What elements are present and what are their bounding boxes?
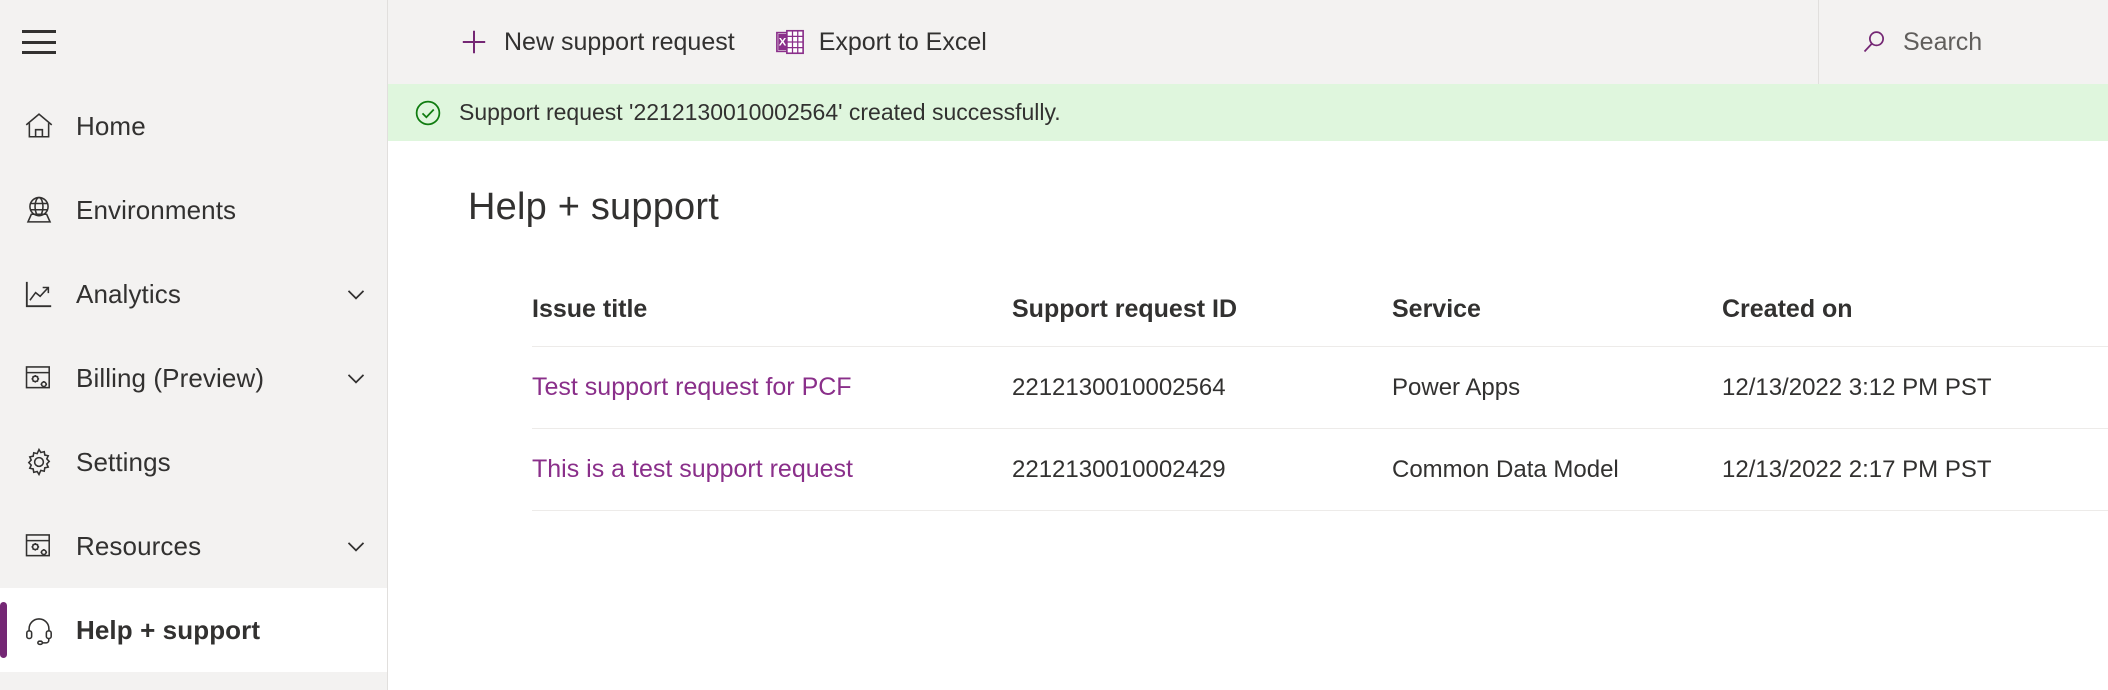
cell-service: Common Data Model: [1392, 428, 1722, 511]
sidebar-item-analytics[interactable]: Analytics: [0, 252, 387, 336]
table-row[interactable]: Test support request for PCF 22121300100…: [532, 346, 2108, 429]
command-bar: New support request X Export to Excel Se…: [388, 0, 2108, 84]
sidebar-item-home[interactable]: Home: [0, 84, 387, 168]
chevron-down-icon[interactable]: [341, 363, 371, 393]
column-header-service[interactable]: Service: [1392, 295, 1722, 347]
globe-icon: [22, 193, 66, 227]
cell-issue-title: Test support request for PCF: [532, 346, 1012, 429]
search-placeholder: Search: [1903, 27, 1983, 56]
support-request-link[interactable]: This is a test support request: [532, 455, 853, 483]
cell-support-request-id: 2212130010002564: [1012, 346, 1392, 429]
sidebar-item-resources[interactable]: Resources: [0, 504, 387, 588]
headset-icon: [22, 613, 66, 647]
page-body: Help + support Issue title Support reque…: [388, 141, 2108, 690]
support-requests-table: Issue title Support request ID Service C…: [532, 295, 2108, 511]
success-banner: Support request '2212130010002564' creat…: [388, 84, 2108, 141]
plus-icon: [458, 26, 490, 58]
sidebar-item-label: Help + support: [76, 614, 261, 645]
table-header: Issue title Support request ID Service C…: [532, 295, 2108, 347]
sidebar-item-label: Analytics: [76, 278, 181, 309]
sidebar-item-label: Home: [76, 110, 146, 141]
column-header-support-request-id[interactable]: Support request ID: [1012, 295, 1392, 347]
cell-support-request-id: 2212130010002429: [1012, 428, 1392, 511]
chevron-down-icon[interactable]: [341, 279, 371, 309]
table-body: Test support request for PCF 22121300100…: [532, 346, 2108, 511]
line-chart-icon: [22, 277, 66, 311]
excel-icon: X: [775, 27, 805, 57]
svg-text:X: X: [778, 36, 786, 48]
cell-created-on: 12/13/2022 3:12 PM PST: [1722, 346, 2108, 429]
export-to-excel-button[interactable]: X Export to Excel: [755, 0, 1007, 84]
billing-icon: [22, 361, 66, 395]
main-content: New support request X Export to Excel Se…: [388, 0, 2108, 690]
sidebar-item-help-support[interactable]: Help + support: [0, 588, 387, 672]
menu-toggle-wrap: [0, 0, 387, 84]
resources-icon: [22, 529, 66, 563]
new-support-request-button[interactable]: New support request: [438, 0, 755, 84]
support-request-link[interactable]: Test support request for PCF: [532, 373, 852, 401]
sidebar-item-environments[interactable]: Environments: [0, 168, 387, 252]
cell-issue-title: This is a test support request: [532, 428, 1012, 511]
column-header-created-on[interactable]: Created on: [1722, 295, 2108, 347]
home-icon: [22, 109, 66, 143]
sidebar-item-label: Resources: [76, 530, 202, 561]
chevron-down-icon[interactable]: [341, 531, 371, 561]
sidebar-nav-list: Home Environments Analytics Billing (Pre…: [0, 84, 387, 672]
cell-created-on: 12/13/2022 2:17 PM PST: [1722, 428, 2108, 511]
sidebar-item-label: Settings: [76, 446, 171, 477]
hamburger-icon[interactable]: [22, 30, 56, 54]
sidebar-item-label: Billing (Preview): [76, 362, 265, 393]
column-header-issue-title[interactable]: Issue title: [532, 295, 1012, 347]
search-input[interactable]: Search: [1818, 0, 2108, 84]
cell-service: Power Apps: [1392, 346, 1722, 429]
success-banner-message: Support request '2212130010002564' creat…: [459, 99, 1061, 125]
table-header-row: Issue title Support request ID Service C…: [532, 295, 2108, 347]
sidebar-item-billing[interactable]: Billing (Preview): [0, 336, 387, 420]
table-row[interactable]: This is a test support request 221213001…: [532, 428, 2108, 511]
export-to-excel-label: Export to Excel: [818, 27, 987, 56]
support-requests-table-wrap: Issue title Support request ID Service C…: [532, 295, 2108, 511]
sidebar: Home Environments Analytics Billing (Pre…: [0, 0, 388, 690]
sidebar-item-settings[interactable]: Settings: [0, 420, 387, 504]
app-root: Home Environments Analytics Billing (Pre…: [0, 0, 2108, 690]
sidebar-item-label: Environments: [76, 194, 237, 225]
gear-icon: [22, 445, 66, 479]
success-check-circle-icon: [413, 98, 443, 128]
search-icon: [1859, 27, 1889, 57]
page-title: Help + support: [468, 186, 720, 228]
new-support-request-label: New support request: [504, 27, 735, 56]
